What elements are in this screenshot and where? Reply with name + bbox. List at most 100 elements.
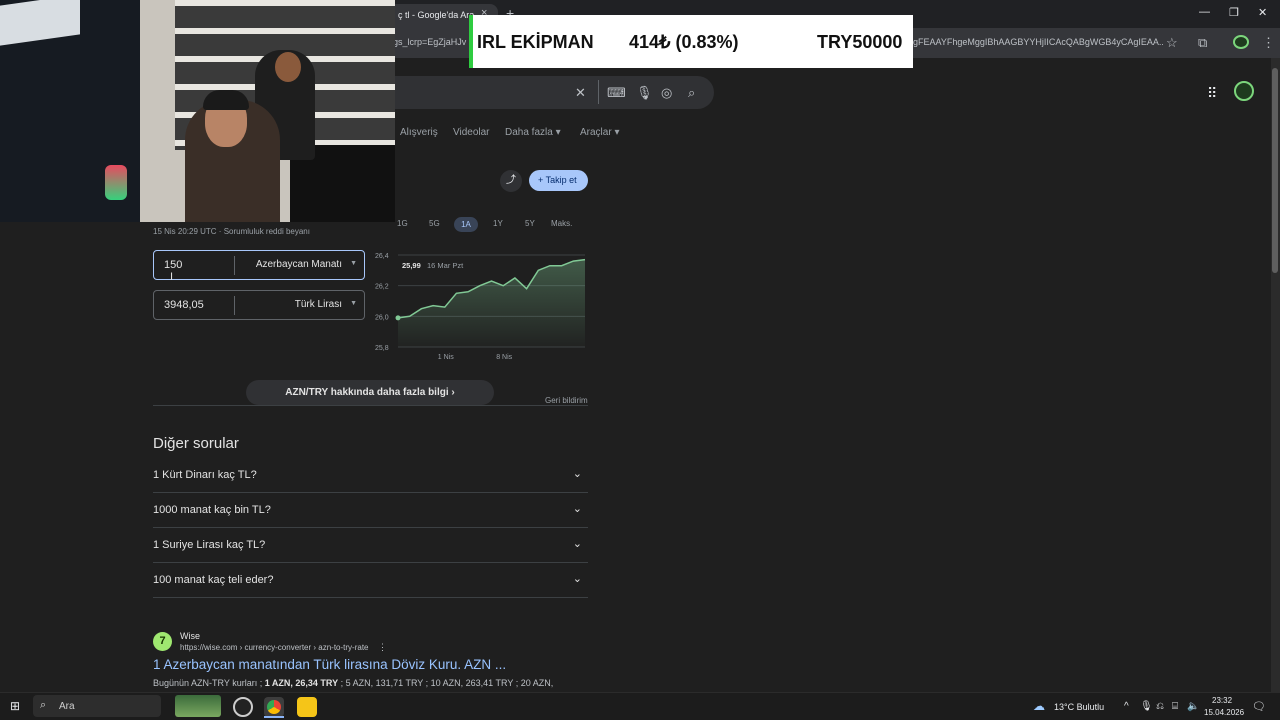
result-title-link[interactable]: 1 Azerbaycan manatından Türk lirasına Dö… [153, 657, 506, 672]
converter-divider [234, 256, 235, 275]
close-window-button[interactable]: ✕ [1258, 6, 1267, 19]
webcam-face-back [275, 52, 301, 82]
chevron-down-icon: ⌄ [572, 573, 582, 585]
from-amount-input[interactable]: 150 [164, 259, 182, 271]
address-bar-text-right[interactable]: gFEAAYFhgeMggIBhAAGBYYHjIICAcQABgWGB4yCA… [913, 37, 1163, 47]
taskbar-search-label: Ara [59, 701, 75, 712]
clock-date[interactable]: 15.04.2026 [1204, 708, 1244, 717]
paa-item[interactable]: 1000 manat kaç bin TL? ⌄ [153, 493, 588, 528]
y-tick-label: 26,4 [375, 253, 389, 260]
updated-timestamp: 15 Nis 20:29 UTC · Sorumluluk reddi beya… [153, 227, 310, 236]
taskbar-app-kick[interactable] [297, 697, 317, 717]
banner-name: IRL EKİPMAN [477, 32, 594, 52]
range-1y[interactable]: 1Y [493, 219, 503, 228]
network-icon[interactable]: ⌸ [1172, 701, 1178, 712]
to-currency-select[interactable]: Türk Lirası [295, 299, 342, 310]
weather-widget[interactable]: 13°C Bulutlu [1054, 702, 1104, 712]
range-5y[interactable]: 5Y [525, 219, 535, 228]
restore-button[interactable]: ❐ [1229, 6, 1239, 19]
y-tick-label: 26,2 [375, 284, 389, 291]
tab-videos[interactable]: Videolar [453, 127, 490, 138]
scrollbar-thumb[interactable] [1272, 68, 1278, 273]
clear-icon[interactable]: ✕ [575, 85, 586, 101]
y-tick-label: 25,8 [375, 345, 389, 352]
snippet-bold: 1 AZN, 26,34 TRY [264, 678, 339, 688]
paa-item[interactable]: 100 manat kaç teli eder? ⌄ [153, 563, 588, 598]
people-also-ask-title: Diğer sorular [153, 435, 239, 452]
windows-start-icon[interactable]: ⊞ [10, 699, 20, 713]
taskbar-highlight-image[interactable] [175, 695, 221, 717]
cloud-icon: ☁ [1033, 699, 1045, 713]
search-divider [598, 80, 599, 104]
paa-question: 100 manat kaç teli eder? [153, 574, 274, 586]
range-5d[interactable]: 5G [429, 219, 440, 228]
result-snippet: Bugünün AZN-TRY kurları ; 1 AZN, 26,34 T… [153, 678, 553, 688]
active-app-indicator [264, 716, 284, 718]
paa-question: 1 Kürt Dinarı kaç TL? [153, 469, 257, 481]
more-options-icon[interactable]: ⋮ [378, 642, 387, 653]
volume-icon[interactable]: 🔈 [1187, 701, 1199, 712]
keyboard-icon[interactable]: ⌨ [607, 85, 626, 101]
paa-item[interactable]: 1 Kürt Dinarı kaç TL? ⌄ [153, 458, 588, 493]
range-max[interactable]: Maks. [551, 219, 572, 228]
webcam-hair [203, 90, 249, 110]
wise-logo-icon: 7 [153, 632, 172, 651]
chevron-down-icon: ⌄ [572, 468, 582, 480]
range-1m[interactable]: 1A [454, 217, 478, 232]
tab-more[interactable]: Daha fazla ▾ [505, 127, 561, 138]
y-tick-label: 26,0 [375, 314, 389, 321]
caret-down-icon: ▼ [350, 300, 357, 307]
paa-question: 1 Suriye Lirası kaç TL? [153, 539, 266, 551]
chevron-up-icon[interactable]: ^ [1124, 701, 1129, 712]
tooltip-date: 16 Mar Pzt [427, 261, 464, 270]
more-info-label: AZN/TRY hakkında daha fazla bilgi [285, 387, 449, 398]
search-icon: ⌕ [40, 699, 47, 711]
feedback-link[interactable]: Geri bildirim [545, 396, 588, 405]
converter-from[interactable]: 150 Azerbaycan Manatı ▼ [153, 250, 365, 280]
lens-icon[interactable]: ◎ [661, 85, 672, 101]
converter-to[interactable]: 3948,05 Türk Lirası ▼ [153, 290, 365, 320]
hover-point [395, 315, 401, 321]
microphone-icon[interactable]: 🎙 [1140, 701, 1153, 712]
extensions-icon[interactable]: ⧉ [1198, 35, 1207, 51]
share-button[interactable]: ⤴ [500, 170, 522, 192]
notification-icon[interactable]: 🗨 [1252, 700, 1266, 713]
result-url[interactable]: https://wise.com › currency-converter › … [180, 643, 369, 652]
taskbar-app-chrome[interactable] [264, 697, 284, 717]
paa-question: 1000 manat kaç bin TL? [153, 504, 271, 516]
tab-tools[interactable]: Araçlar ▾ [580, 127, 619, 138]
apps-grid-icon[interactable]: ⠿ [1207, 85, 1217, 102]
address-bar-text-left[interactable]: gs_lcrp=EgZjaHJv [393, 37, 466, 47]
webcam-overlay [0, 0, 395, 222]
paa-item[interactable]: 1 Suriye Lirası kaç TL? ⌄ [153, 528, 588, 563]
taskbar-search[interactable] [33, 695, 161, 717]
x-tick-label: 1 Nis [438, 354, 454, 361]
clock-time[interactable]: 23:32 [1212, 696, 1232, 705]
caret-down-icon: ▼ [350, 260, 357, 267]
chevron-down-icon: ⌄ [572, 538, 582, 550]
minimize-button[interactable]: — [1199, 6, 1210, 18]
text-cursor-icon: I [170, 271, 174, 283]
snippet-prefix: Bugünün AZN-TRY kurları ; [153, 678, 265, 688]
range-1d[interactable]: 1G [397, 219, 408, 228]
to-amount-input[interactable]: 3948,05 [164, 299, 204, 311]
tooltip-value: 25,99 [402, 261, 421, 270]
x-tick-label: 8 Nis [496, 354, 512, 361]
chevron-down-icon: ⌄ [572, 503, 582, 515]
usb-icon[interactable]: ⎌ [1156, 701, 1164, 712]
result-site-name: Wise [180, 631, 200, 641]
menu-icon[interactable]: ⋮ [1262, 35, 1275, 51]
microphone-icon[interactable]: 🎙 [636, 85, 653, 101]
account-avatar[interactable] [1234, 81, 1254, 101]
search-icon[interactable]: ⌕ [688, 85, 695, 101]
banner-goal: TRY50000 [817, 32, 903, 52]
rate-chart[interactable]: 26,4 26,2 26,0 25,8 1 Nis 8 Nis 25,99 16 Mar Pz… [370, 248, 592, 366]
chrome-icon [267, 700, 281, 714]
follow-button[interactable]: + Takip et [529, 170, 588, 191]
taskbar-app-obs[interactable] [233, 697, 253, 717]
tab-shopping[interactable]: Alışveriş [400, 127, 438, 138]
from-currency-select[interactable]: Azerbaycan Manatı [256, 259, 342, 270]
profile-avatar[interactable] [1233, 35, 1249, 49]
more-info-button[interactable]: AZN/TRY hakkında daha fazla bilgi › [246, 380, 494, 405]
star-icon[interactable]: ☆ [1166, 35, 1178, 51]
